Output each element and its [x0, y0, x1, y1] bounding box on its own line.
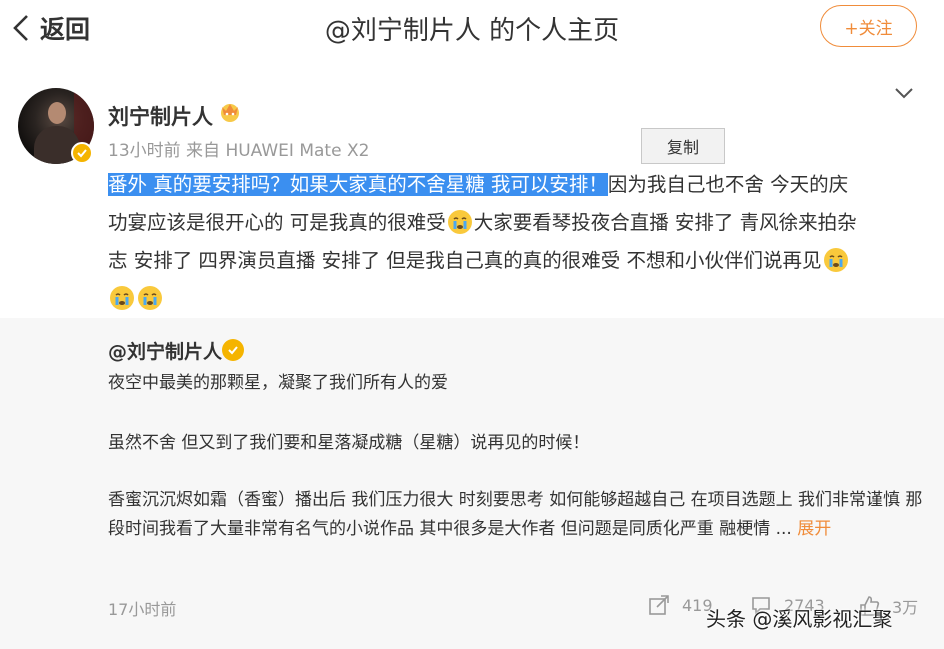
verified-badge-icon	[71, 142, 93, 164]
like-count: 3万	[892, 598, 919, 617]
repost-line-2: 虽然不舍 但又到了我们要和星落凝成糖（星糖）说再见的时候！	[108, 433, 590, 453]
vip-crown-icon	[221, 104, 239, 122]
repost-username[interactable]: @刘宁制片人	[108, 337, 222, 364]
post-meta: 13小时前 来自 HUAWEI Mate X2	[108, 141, 370, 161]
top-bar: 返回 @刘宁制片人 的个人主页 +关注	[0, 0, 944, 56]
crying-emoji-icon	[110, 286, 134, 310]
crying-emoji-icon	[138, 286, 162, 310]
follow-button[interactable]: +关注	[820, 5, 917, 47]
verified-badge-icon	[222, 339, 244, 361]
post-username[interactable]: 刘宁制片人	[108, 101, 213, 131]
repost-paragraph: 香蜜沉沉烬如霜（香蜜）播出后 我们压力很大 时刻要思考 如何能够超越自己 在项目…	[108, 486, 923, 544]
post-text-line1: 因为我自己也不舍 今天的庆	[607, 173, 849, 196]
post-text-line2a: 功宴应该是很开心的 可是我真的很难受	[108, 211, 446, 234]
post-text: 番外 真的要安排吗？如果大家真的不舍星糖 我可以安排！因为我自己也不舍 今天的庆…	[108, 166, 928, 318]
chevron-down-icon[interactable]	[893, 85, 915, 101]
post-text-line3: 志 安排了 四界演员直播 安排了 但是我自己真的真的很难受 不想和小伙伴们说再见	[108, 249, 822, 272]
share-icon	[649, 595, 669, 615]
crying-emoji-icon	[447, 210, 472, 234]
crying-emoji-icon	[823, 248, 848, 272]
post-text-line2b: 大家要看琴投夜合直播 安排了 青风徐来拍杂	[473, 211, 857, 234]
expand-link[interactable]: 展开	[797, 519, 831, 539]
share-button[interactable]: 419	[648, 594, 713, 616]
repost-time: 17小时前	[108, 600, 177, 619]
repost-line-1: 夜空中最美的那颗星，凝聚了我们所有人的爱	[108, 373, 448, 393]
selected-text: 番外 真的要安排吗？如果大家真的不舍星糖 我可以安排！	[108, 173, 608, 196]
watermark: 头条 @溪风影视汇聚	[706, 607, 893, 631]
copy-button[interactable]: 复制	[641, 128, 725, 164]
page-title: @刘宁制片人 的个人主页	[324, 16, 620, 46]
